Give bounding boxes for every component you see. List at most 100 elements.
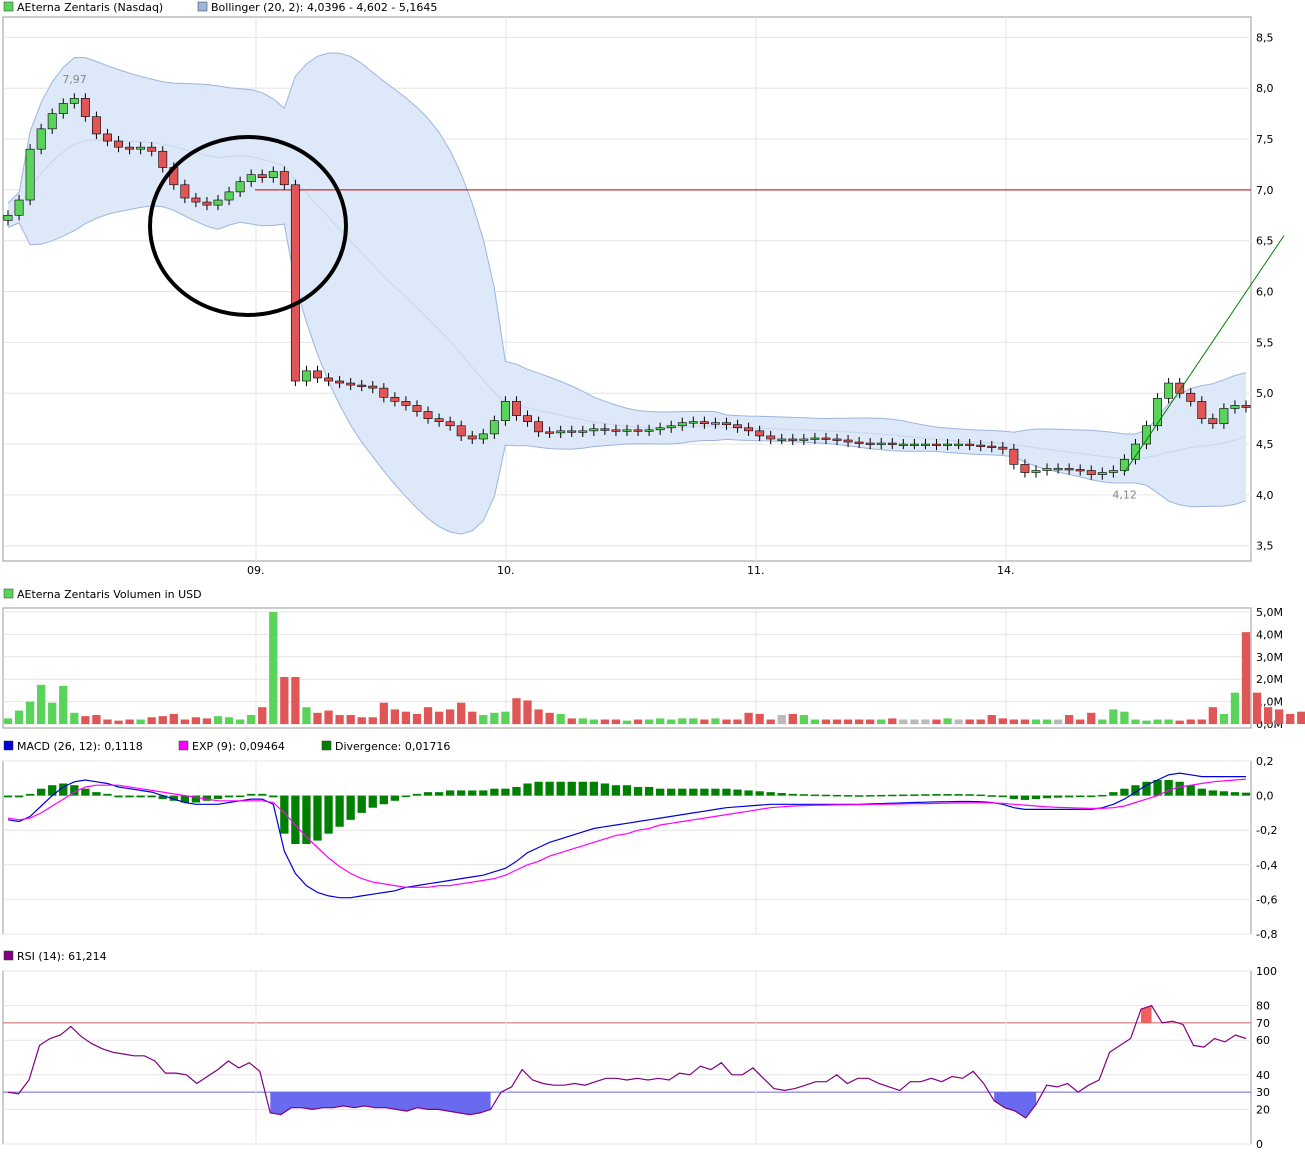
candle-body	[1208, 418, 1218, 425]
divergence-bar	[1064, 795, 1074, 798]
volume-bar	[667, 719, 676, 724]
candle-body	[622, 429, 632, 432]
rsi-y-tick-label: 60	[1256, 1034, 1270, 1047]
candle-body	[1186, 392, 1196, 402]
candle-body	[1097, 472, 1107, 475]
candle-body	[224, 191, 234, 201]
volume-bar	[423, 707, 433, 724]
divergence-bar	[291, 795, 300, 845]
candle-body	[943, 443, 952, 446]
divergence-bar	[280, 795, 289, 834]
candle-body	[103, 133, 112, 142]
volume-bar	[1286, 713, 1295, 724]
volume-bar	[965, 719, 974, 724]
candle-body	[898, 443, 908, 446]
divergence-bar	[755, 791, 764, 796]
divergence-bar	[357, 795, 366, 813]
legend-divergence-swatch	[321, 740, 332, 751]
volume-bar	[1109, 709, 1118, 724]
divergence-bar	[1020, 795, 1030, 800]
legend-bollinger-swatch	[197, 1, 208, 12]
candle-body	[921, 443, 930, 446]
volume-bar	[324, 710, 333, 724]
divergence-bar	[1087, 795, 1096, 798]
macd-y-tick-label: -0,6	[1256, 893, 1277, 906]
stock-chart: 3,5 4,0 4,5 5,0 5,5 6,0 6,5 7,0 7,5 8,0 8,5 09. 10.…	[2, 1, 1305, 1151]
divergence-bar	[545, 781, 554, 796]
divergence-bar	[247, 793, 256, 796]
volume-plot-area	[2, 607, 1252, 729]
candle-body	[136, 146, 146, 150]
volume-bar	[269, 612, 278, 724]
price-y-tick-label: 6,0	[1256, 286, 1274, 299]
price-x-tick-label: 10.	[497, 564, 515, 577]
candle-body	[456, 425, 466, 437]
volume-bar	[280, 676, 289, 724]
candle-body	[1219, 408, 1229, 425]
divergence-bar	[744, 790, 753, 796]
candle-body	[1031, 470, 1041, 473]
candle-body	[268, 171, 278, 178]
divergence-bar	[523, 783, 532, 796]
volume-bar	[92, 715, 101, 724]
volume-bar	[1087, 712, 1096, 724]
candle-body	[722, 422, 731, 426]
divergence-bar	[125, 795, 134, 798]
candle-body	[567, 430, 577, 433]
divergence-bar	[888, 794, 897, 797]
divergence-bar	[987, 795, 996, 797]
candle-body	[799, 438, 809, 441]
candle-body	[1230, 405, 1240, 409]
candle-body	[80, 98, 90, 117]
volume-bar	[48, 702, 57, 724]
divergence-bar	[25, 793, 35, 796]
volume-bar	[589, 719, 598, 724]
volume-bar	[401, 711, 411, 724]
legend-volume-swatch	[3, 588, 14, 599]
volume-bar	[921, 719, 930, 724]
volume-bar	[932, 719, 941, 724]
volume-y-tick-label: 4,0M	[1256, 628, 1283, 641]
volume-bar	[656, 718, 665, 724]
volume-bar	[722, 719, 731, 724]
volume-bar	[1241, 632, 1251, 724]
candle-body	[335, 380, 345, 384]
volume-bar	[1031, 719, 1041, 724]
divergence-bar	[954, 794, 963, 796]
volume-bar	[202, 718, 212, 724]
candle-body	[589, 428, 599, 432]
candle-body	[744, 427, 754, 432]
candle-body	[1086, 470, 1096, 475]
divergence-bar	[1164, 780, 1173, 796]
volume-bar	[1275, 709, 1284, 724]
divergence-bar	[689, 788, 698, 796]
rsi-y-tick-label: 0	[1256, 1138, 1263, 1151]
volume-bar	[1297, 711, 1305, 724]
macd-panel: -0,8 -0,6 -0,4 -0,2 0,0 0,2 MACD (26, 12): 0,…	[2, 740, 1277, 941]
candle-body	[976, 444, 986, 447]
candle-body	[346, 382, 356, 386]
rsi-y-tick-label: 40	[1256, 1069, 1270, 1082]
volume-bar	[832, 719, 842, 724]
volume-bar	[567, 718, 576, 724]
volume-bar	[25, 701, 35, 724]
volume-bar	[490, 712, 499, 724]
volume-bar	[810, 719, 820, 724]
candle-body	[290, 184, 300, 382]
candle-body	[3, 214, 13, 221]
rsi-y-tick-label: 30	[1256, 1086, 1270, 1099]
volume-bar	[744, 712, 753, 724]
divergence-bar	[213, 795, 223, 800]
candle-body	[810, 437, 820, 440]
divergence-bar	[412, 793, 422, 796]
price-y-tick-label: 4,5	[1256, 438, 1274, 451]
volume-bar	[213, 716, 223, 724]
candle-body	[655, 427, 665, 431]
divergence-bar	[147, 795, 156, 798]
volume-bar	[368, 717, 377, 724]
divergence-bar	[644, 786, 654, 796]
divergence-bar	[3, 795, 13, 798]
macd-y-tick-label: -0,8	[1256, 928, 1277, 941]
rsi-y-tick-label: 20	[1256, 1103, 1270, 1116]
candle-body	[158, 150, 168, 168]
